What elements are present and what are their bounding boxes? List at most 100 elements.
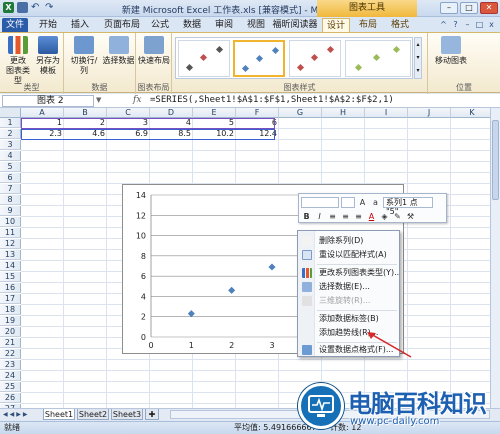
row-header[interactable]: 2 [0, 129, 21, 139]
format-painter-icon[interactable]: ⚒ [405, 211, 416, 222]
align-center-button[interactable]: ≡ [340, 211, 351, 222]
row-header[interactable]: 11 [0, 228, 21, 238]
move-chart-button[interactable]: 移动图表 [434, 36, 468, 66]
font-color-button[interactable]: A [366, 211, 377, 222]
menu-item-select-data[interactable]: 选择数据(E)... [298, 280, 399, 294]
row-header[interactable]: 16 [0, 283, 21, 293]
insert-sheet-icon[interactable]: ✚ [145, 409, 159, 420]
row-header[interactable]: 17 [0, 294, 21, 304]
series-selector[interactable]: 系列1 点 "5" [383, 197, 433, 216]
select-all-corner[interactable] [0, 108, 21, 118]
column-header[interactable]: I [365, 108, 408, 118]
vertical-scrollbar[interactable] [490, 108, 500, 410]
column-header[interactable]: C [107, 108, 150, 118]
close-icon[interactable]: ✕ [480, 2, 498, 14]
tab-file[interactable]: 文件 [2, 18, 28, 32]
menu-item-delete-series[interactable]: 删除系列(D) [298, 234, 399, 248]
align-right-button[interactable]: ≡ [353, 211, 364, 222]
row-header[interactable]: 1 [0, 118, 21, 128]
row-header[interactable]: 9 [0, 206, 21, 216]
italic-button[interactable]: I [314, 211, 325, 222]
tab-format[interactable]: 格式 [386, 18, 414, 32]
chart-style-1[interactable] [178, 40, 230, 77]
tab-data[interactable]: 数据 [178, 18, 206, 32]
row-header[interactable]: 5 [0, 162, 21, 172]
tab-layout[interactable]: 布局 [354, 18, 382, 32]
increase-font-icon[interactable]: A [357, 197, 368, 208]
tab-insert[interactable]: 插入 [66, 18, 94, 32]
column-header[interactable]: K [451, 108, 490, 118]
close-workbook-icon[interactable]: x [487, 20, 496, 29]
minimize-workbook-icon[interactable]: – [463, 20, 472, 29]
row-header[interactable]: 10 [0, 217, 21, 227]
column-header[interactable]: B [64, 108, 107, 118]
row-header[interactable]: 18 [0, 305, 21, 315]
decrease-font-icon[interactable]: a [370, 197, 381, 208]
name-box[interactable]: 图表 2 [2, 95, 94, 107]
tab-page-layout[interactable]: 页面布局 [100, 18, 144, 32]
tab-foxit-reader[interactable]: 福昕阅读器 [272, 18, 318, 32]
chart-style-3[interactable] [289, 40, 341, 77]
save-as-template-button[interactable]: 另存为 模板 [34, 36, 62, 76]
maximize-icon[interactable]: □ [460, 2, 478, 14]
change-chart-type-button[interactable]: 更改 图表类型 [4, 36, 32, 86]
chart-style-2[interactable] [233, 40, 285, 77]
sheet-tab-sheet1[interactable]: Sheet1 [43, 409, 75, 420]
select-data-button[interactable]: 选择数据 [102, 36, 135, 66]
row-header[interactable]: 21 [0, 338, 21, 348]
scroll-thumb[interactable] [492, 120, 499, 200]
row-header[interactable]: 13 [0, 250, 21, 260]
column-header[interactable]: J [408, 108, 451, 118]
row-header[interactable]: 12 [0, 239, 21, 249]
sheet-tab-sheet3[interactable]: Sheet3 [111, 409, 143, 420]
tab-design[interactable]: 设计 [322, 18, 350, 32]
menu-item-add-data-labels[interactable]: 添加数据标签(B) [298, 312, 399, 326]
chevron-down-icon[interactable]: ▼ [96, 96, 101, 104]
row-header[interactable]: 19 [0, 316, 21, 326]
row-header[interactable]: 26 [0, 393, 21, 403]
sheet-tab-sheet2[interactable]: Sheet2 [77, 409, 109, 420]
tab-formulas[interactable]: 公式 [146, 18, 174, 32]
last-sheet-icon[interactable]: ▶ [23, 411, 28, 418]
outline-color-icon[interactable]: ✎ [392, 211, 403, 222]
help-icon[interactable]: ? [451, 20, 460, 29]
tab-view[interactable]: 视图 [242, 18, 270, 32]
column-header[interactable]: E [193, 108, 236, 118]
collapse-ribbon-icon[interactable]: ^ [439, 20, 448, 29]
row-header[interactable]: 20 [0, 327, 21, 337]
fx-icon[interactable]: fx [133, 95, 141, 105]
styles-more-button[interactable]: ▴ ▾ ▾ [414, 37, 422, 79]
row-header[interactable]: 15 [0, 272, 21, 282]
row-header[interactable]: 25 [0, 382, 21, 392]
tab-review[interactable]: 审阅 [210, 18, 238, 32]
font-size-field[interactable] [341, 197, 355, 208]
switch-row-column-button[interactable]: 切换行/列 [67, 36, 101, 76]
row-header[interactable]: 3 [0, 140, 21, 150]
next-sheet-icon[interactable]: ▶ [16, 411, 21, 418]
row-header[interactable]: 8 [0, 195, 21, 205]
menu-item-change-series-type[interactable]: 更改系列图表类型(Y)... [298, 266, 399, 280]
fill-color-icon[interactable]: ◈ [379, 211, 390, 222]
column-header[interactable]: D [150, 108, 193, 118]
chart-style-4[interactable] [345, 40, 411, 77]
menu-item-reset-style[interactable]: 重设以匹配样式(A) [298, 248, 399, 262]
formula-input[interactable]: =SERIES(,Sheet1!$A$1:$F$1,Sheet1!$A$2:$F… [150, 95, 394, 105]
column-header[interactable]: A [21, 108, 64, 118]
row-header[interactable]: 24 [0, 371, 21, 381]
row-header[interactable]: 22 [0, 349, 21, 359]
row-header[interactable]: 7 [0, 184, 21, 194]
tab-home[interactable]: 开始 [34, 18, 62, 32]
minimize-icon[interactable]: – [440, 2, 458, 14]
column-header[interactable]: F [236, 108, 279, 118]
align-left-button[interactable]: ≡ [327, 211, 338, 222]
font-name-field[interactable] [301, 197, 339, 208]
prev-sheet-icon[interactable]: ◀ [10, 411, 15, 418]
row-header[interactable]: 14 [0, 261, 21, 271]
column-header[interactable]: H [322, 108, 365, 118]
first-sheet-icon[interactable]: ◀ [3, 411, 8, 418]
row-header[interactable]: 23 [0, 360, 21, 370]
bold-button[interactable]: B [301, 211, 312, 222]
column-header[interactable]: G [279, 108, 322, 118]
quick-layout-button[interactable]: 快速布局 [138, 36, 170, 66]
row-header[interactable]: 4 [0, 151, 21, 161]
